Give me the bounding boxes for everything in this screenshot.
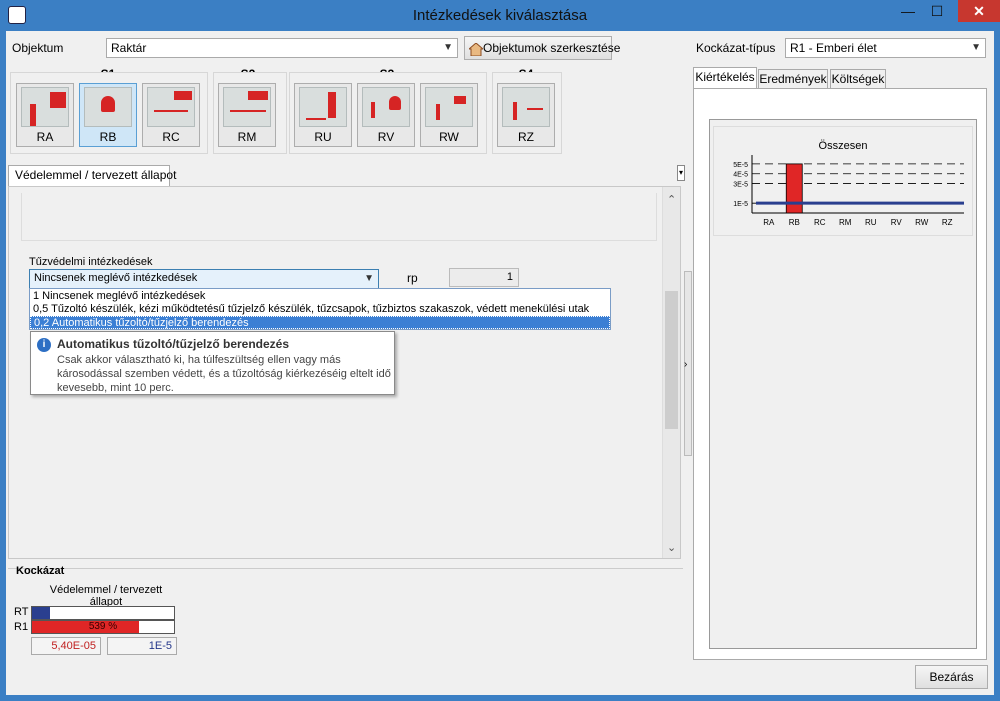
chevron-down-icon: ▼	[364, 273, 374, 284]
risk-chart: Összesen 5E-5 4E-5 3E-5 1E-5 RA RB RC RM RU RV RW R…	[733, 140, 964, 227]
risk-button-rw[interactable]: RW	[420, 83, 478, 147]
object-select[interactable]: Raktár ▼	[106, 38, 458, 58]
risk-button-rv[interactable]: RV	[357, 83, 415, 147]
rp-value: 1	[449, 268, 519, 287]
risk-button-label: RU	[314, 130, 332, 144]
dialog-client: Objektum Raktár ▼ Objektumok szerkesztése…	[6, 31, 994, 695]
x-tick-label: RU	[865, 218, 877, 227]
x-tick-label: RZ	[942, 218, 953, 227]
x-tick-label: RA	[763, 218, 775, 227]
x-tick-label: RC	[814, 218, 826, 227]
close-window-button[interactable]: ✕	[958, 0, 1000, 22]
x-tick-label: RB	[789, 218, 800, 227]
tab-dropdown-icon[interactable]: ▾	[677, 165, 685, 181]
main-scrollbar[interactable]: ⌃ ⌄	[662, 187, 680, 558]
risk-tolerable-value: 1E-5	[107, 637, 177, 655]
risk-type-label: Kockázat-típus	[696, 41, 776, 55]
dropdown-option-highlighted[interactable]: 0,2 Automatikus tűzoltó/tűzjelző berende…	[30, 316, 610, 329]
scroll-up-icon[interactable]: ⌃	[667, 193, 676, 206]
fire-select[interactable]: Nincsenek meglévő intézkedések ▼	[29, 269, 379, 289]
risk-row-label: RT	[14, 606, 29, 618]
risk-bar-r1: 539 %	[31, 620, 175, 634]
x-tick-label: RW	[915, 218, 929, 227]
risk-button-ra[interactable]: RA	[16, 83, 74, 147]
risk-button-rm[interactable]: RM	[218, 83, 276, 147]
risk-button-label: RC	[162, 130, 180, 144]
ru-icon	[299, 87, 347, 127]
tooltip-title: Automatikus tűzoltó/tűzjelző berendezés	[57, 337, 290, 351]
evaluation-panel: Összesen 5E-5 4E-5 3E-5 1E-5 RA RB RC RM RU RV RW R…	[693, 88, 987, 660]
chart-title: Összesen	[819, 140, 868, 152]
risk-panel: Kockázat Védelemmel / tervezett állapot …	[8, 565, 683, 658]
risk-row-label: R1	[14, 621, 29, 633]
object-label: Objektum	[12, 41, 64, 55]
chart-bar	[785, 163, 803, 214]
option-tooltip: i Automatikus tűzoltó/tűzjelző berendezé…	[30, 331, 395, 395]
tab-costs[interactable]: Költségek	[830, 69, 886, 89]
object-value: Raktár	[111, 41, 147, 55]
info-icon: i	[37, 338, 51, 352]
risk-type-select[interactable]: R1 - Emberi élet ▼	[785, 38, 986, 58]
y-tick-label: 1E-5	[733, 201, 748, 208]
rw-icon	[425, 87, 473, 127]
risk-bar-fill	[32, 607, 51, 619]
risk-button-rc[interactable]: RC	[142, 83, 200, 147]
risk-button-rz[interactable]: RZ	[497, 83, 555, 147]
fire-dropdown-list: 1 Nincsenek meglévő intézkedések 0,5 Tűz…	[29, 288, 611, 330]
risk-button-rb[interactable]: RB	[79, 83, 137, 147]
risk-bar-rt	[31, 606, 175, 620]
splitter-arrow-icon[interactable]: ›	[684, 359, 687, 370]
house-icon	[467, 41, 485, 57]
maximize-button[interactable]: ☐	[922, 0, 952, 22]
dropdown-option[interactable]: 1 Nincsenek meglévő intézkedések	[30, 290, 610, 303]
rm-icon	[223, 87, 271, 127]
tab-protected-state[interactable]: Védelemmel / tervezett állapot	[8, 165, 176, 187]
rb-icon	[84, 87, 132, 127]
ra-icon	[21, 87, 69, 127]
y-tick-label: 5E-5	[733, 162, 748, 169]
risk-button-label: RA	[36, 130, 54, 144]
title-bar: Intézkedések kiválasztása — ☐ ✕	[0, 0, 1000, 31]
edit-objects-button[interactable]: Objektumok szerkesztése	[464, 36, 620, 60]
risk-column-header: Védelemmel / tervezett állapot	[49, 584, 163, 608]
chevron-down-icon: ▼	[971, 42, 981, 53]
risk-title: Kockázat	[16, 565, 65, 577]
y-tick-label: 3E-5	[733, 182, 748, 189]
risk-button-label: RV	[377, 130, 395, 144]
risk-button-label: RZ	[518, 130, 534, 144]
rp-label: rp	[407, 271, 418, 285]
chevron-down-icon: ▼	[443, 42, 453, 53]
fire-label: Tűzvédelmi intézkedések	[29, 256, 153, 268]
rz-icon	[502, 87, 550, 127]
risk-button-label: RB	[99, 130, 117, 144]
chart-box: Összesen 5E-5 4E-5 3E-5 1E-5 RA RB RC RM RU RV RW R…	[713, 126, 973, 236]
x-tick-label: RV	[891, 218, 903, 227]
risk-button-label: RW	[439, 130, 459, 144]
tab-evaluation[interactable]: Kiértékelés	[693, 67, 757, 89]
minimize-button[interactable]: —	[893, 0, 923, 22]
fire-select-value: Nincsenek meglévő intézkedések	[34, 272, 198, 284]
risk-button-label: RM	[237, 130, 257, 144]
y-tick-label: 4E-5	[733, 172, 748, 179]
main-panel: Tűzvédelmi intézkedések Nincsenek meglév…	[8, 186, 681, 559]
rc-icon	[147, 87, 195, 127]
chart-frame: Összesen 5E-5 4E-5 3E-5 1E-5 RA RB RC RM RU RV RW R…	[709, 119, 977, 649]
rv-icon	[362, 87, 410, 127]
upper-section	[21, 193, 657, 241]
tooltip-body: Csak akkor választható ki, ha túlfeszült…	[57, 354, 391, 394]
close-button[interactable]: Bezárás	[915, 665, 988, 689]
window-title: Intézkedések kiválasztása	[412, 7, 588, 24]
scroll-down-icon[interactable]: ⌄	[667, 541, 676, 554]
tab-results[interactable]: Eredmények	[758, 69, 828, 89]
risk-button-ru[interactable]: RU	[294, 83, 352, 147]
scroll-thumb[interactable]	[665, 291, 678, 429]
edit-objects-label: Objektumok szerkesztése	[483, 41, 621, 55]
x-tick-label: RM	[839, 218, 852, 227]
dropdown-option[interactable]: 0,5 Tűzoltó készülék, kézi működtetésű t…	[30, 303, 610, 316]
risk-computed-value: 5,40E-05	[31, 637, 101, 655]
risk-bar-text: 539 %	[88, 621, 118, 632]
risk-type-value: R1 - Emberi élet	[790, 41, 877, 55]
